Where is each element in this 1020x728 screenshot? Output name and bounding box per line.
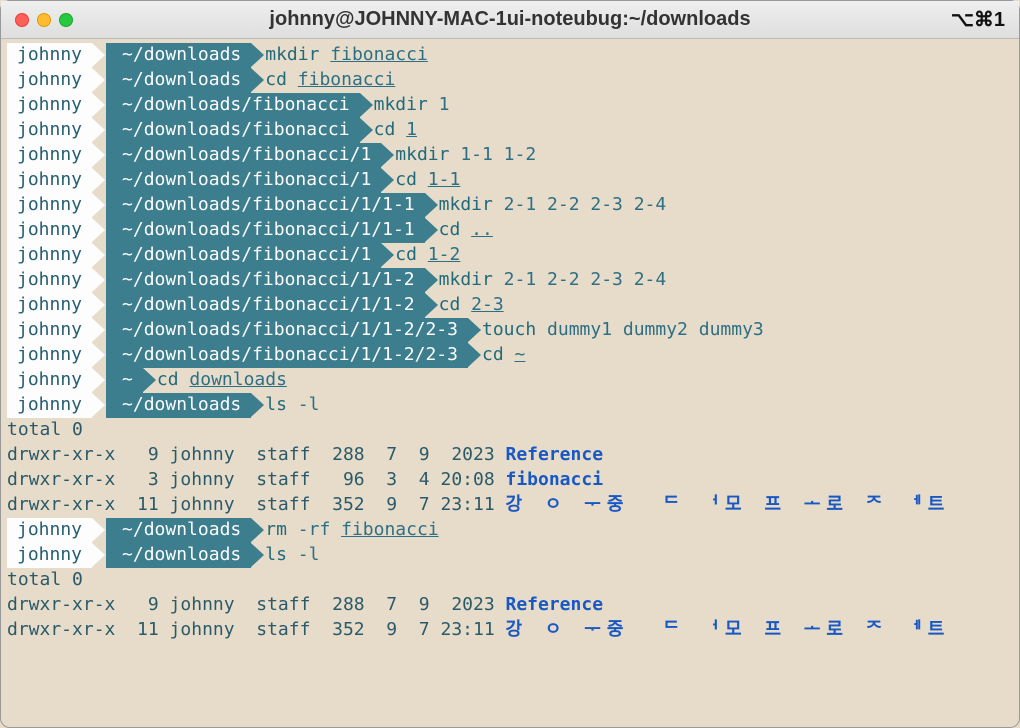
ls-row: drwxr-xr-x 3 johnny staff 96 3 4 20:08 f… xyxy=(7,468,1013,493)
prompt-path: ~/downloads/fibonacci/1/1-2 xyxy=(106,268,425,293)
prompt-user: johnny xyxy=(7,393,92,418)
command: cd 1 xyxy=(374,118,417,142)
command: cd 1-2 xyxy=(395,243,460,267)
prompt-path: ~/downloads xyxy=(106,68,251,93)
prompt-path: ~/downloads/fibonacci/1 xyxy=(106,143,381,168)
prompt-line: johnny ~/downloads/fibonacci/1/1-1 mkdir 2… xyxy=(7,193,1013,218)
prompt-user: johnny xyxy=(7,318,92,343)
command: touch dummy1 dummy2 dummy3 xyxy=(482,318,764,342)
close-icon[interactable] xyxy=(15,13,29,27)
ls-name: 강 ㅇ ᅮ중 ᄃ ᅥ모 프 ᅩ로 ᄌ ᅦ트 xyxy=(506,618,951,642)
command: ls -l xyxy=(265,543,319,567)
prompt-user: johnny xyxy=(7,368,92,393)
prompt-path: ~/downloads/fibonacci/1 xyxy=(106,168,381,193)
prompt-user: johnny xyxy=(7,518,92,543)
window-titlebar: johnny@JOHNNY-MAC-1ui-noteubug:~/downloa… xyxy=(1,1,1019,39)
prompt-line: johnny ~/downloads mkdir fibonacci xyxy=(7,43,1013,68)
prompt-path: ~/downloads/fibonacci/1/1-1 xyxy=(106,218,425,243)
ls-row: drwxr-xr-x 11 johnny staff 352 9 7 23:11… xyxy=(7,618,1013,643)
ls-meta: drwxr-xr-x 11 johnny staff 352 9 7 23:11 xyxy=(7,493,506,517)
ls-row: drwxr-xr-x 11 johnny staff 352 9 7 23:11… xyxy=(7,493,1013,518)
prompt-line: johnny ~/downloads/fibonacci/1/1-2/2-3 tou… xyxy=(7,318,1013,343)
prompt-line: johnny ~/downloads/fibonacci/1/1-2 cd 2-3 xyxy=(7,293,1013,318)
prompt-line: johnny ~/downloads/fibonacci/1/1-2 mkdir 2… xyxy=(7,268,1013,293)
prompt-line: johnny ~/downloads/fibonacci/1 cd 1-1 xyxy=(7,168,1013,193)
prompt-user: johnny xyxy=(7,218,92,243)
traffic-lights xyxy=(15,13,73,27)
prompt-line: johnny ~/downloads/fibonacci/1/1-1 cd .. xyxy=(7,218,1013,243)
prompt-path: ~/downloads/fibonacci/1/1-2/2-3 xyxy=(106,318,468,343)
prompt-user: johnny xyxy=(7,543,92,568)
command: cd 2-3 xyxy=(439,293,504,317)
prompt-path: ~ xyxy=(106,368,143,393)
command: ls -l xyxy=(265,393,319,417)
command: cd fibonacci xyxy=(265,68,395,92)
command: rm -rf fibonacci xyxy=(265,518,438,542)
ls-meta: drwxr-xr-x 11 johnny staff 352 9 7 23:11 xyxy=(7,618,506,642)
prompt-user: johnny xyxy=(7,168,92,193)
prompt-path: ~/downloads/fibonacci/1/1-2/2-3 xyxy=(106,343,468,368)
command: mkdir 1 xyxy=(374,93,450,117)
prompt-path: ~/downloads/fibonacci/1/1-1 xyxy=(106,193,425,218)
prompt-user: johnny xyxy=(7,143,92,168)
terminal-body[interactable]: johnny ~/downloads mkdir fibonacci johnny ~/… xyxy=(1,39,1019,649)
prompt-path: ~/downloads xyxy=(106,43,251,68)
ls-row: drwxr-xr-x 9 johnny staff 288 7 9 2023 R… xyxy=(7,593,1013,618)
window-shortcut-indicator: ⌥⌘1 xyxy=(951,7,1005,32)
command: mkdir 2-1 2-2 2-3 2-4 xyxy=(439,193,667,217)
ls-name: fibonacci xyxy=(506,468,604,492)
prompt-user: johnny xyxy=(7,293,92,318)
prompt-line: johnny ~/downloads/fibonacci/1 mkdir 1-1 1… xyxy=(7,143,1013,168)
prompt-line: johnny ~/downloads/fibonacci/1/1-2/2-3 cd … xyxy=(7,343,1013,368)
prompt-path: ~/downloads/fibonacci/1 xyxy=(106,243,381,268)
ls-name: 강 ㅇ ᅮ중 ᄃ ᅥ모 프 ᅩ로 ᄌ ᅦ트 xyxy=(506,493,951,517)
ls-meta: drwxr-xr-x 9 johnny staff 288 7 9 2023 xyxy=(7,593,506,617)
prompt-line: johnny ~/downloads ls -l xyxy=(7,393,1013,418)
command: cd downloads xyxy=(157,368,287,392)
window-title: johnny@JOHNNY-MAC-1ui-noteubug:~/downloa… xyxy=(1,8,1019,31)
prompt-path: ~/downloads/fibonacci/1/1-2 xyxy=(106,293,425,318)
prompt-path: ~/downloads xyxy=(106,393,251,418)
prompt-line: johnny ~ cd downloads xyxy=(7,368,1013,393)
command: mkdir 1-1 1-2 xyxy=(395,143,536,167)
prompt-line: johnny ~/downloads/fibonacci mkdir 1 xyxy=(7,93,1013,118)
prompt-line: johnny ~/downloads/fibonacci cd 1 xyxy=(7,118,1013,143)
prompt-user: johnny xyxy=(7,193,92,218)
prompt-line: johnny ~/downloads ls -l xyxy=(7,543,1013,568)
command: cd 1-1 xyxy=(395,168,460,192)
prompt-user: johnny xyxy=(7,68,92,93)
ls-meta: drwxr-xr-x 9 johnny staff 288 7 9 2023 xyxy=(7,443,506,467)
prompt-path: ~/downloads/fibonacci xyxy=(106,93,360,118)
prompt-user: johnny xyxy=(7,243,92,268)
command: mkdir 2-1 2-2 2-3 2-4 xyxy=(439,268,667,292)
prompt-path: ~/downloads xyxy=(106,543,251,568)
ls-name: Reference xyxy=(506,593,604,617)
zoom-icon[interactable] xyxy=(59,13,73,27)
ls-row: drwxr-xr-x 9 johnny staff 288 7 9 2023 R… xyxy=(7,443,1013,468)
command: cd ~ xyxy=(482,343,525,367)
command: mkdir fibonacci xyxy=(265,43,428,67)
prompt-user: johnny xyxy=(7,118,92,143)
minimize-icon[interactable] xyxy=(37,13,51,27)
prompt-user: johnny xyxy=(7,93,92,118)
prompt-user: johnny xyxy=(7,43,92,68)
prompt-user: johnny xyxy=(7,343,92,368)
ls-name: Reference xyxy=(506,443,604,467)
prompt-line: johnny ~/downloads rm -rf fibonacci xyxy=(7,518,1013,543)
prompt-user: johnny xyxy=(7,268,92,293)
prompt-path: ~/downloads/fibonacci xyxy=(106,118,360,143)
command: cd .. xyxy=(439,218,493,242)
ls-total: total 0 xyxy=(7,418,1013,443)
prompt-line: johnny ~/downloads cd fibonacci xyxy=(7,68,1013,93)
prompt-path: ~/downloads xyxy=(106,518,251,543)
ls-meta: drwxr-xr-x 3 johnny staff 96 3 4 20:08 xyxy=(7,468,506,492)
ls-total: total 0 xyxy=(7,568,1013,593)
prompt-line: johnny ~/downloads/fibonacci/1 cd 1-2 xyxy=(7,243,1013,268)
